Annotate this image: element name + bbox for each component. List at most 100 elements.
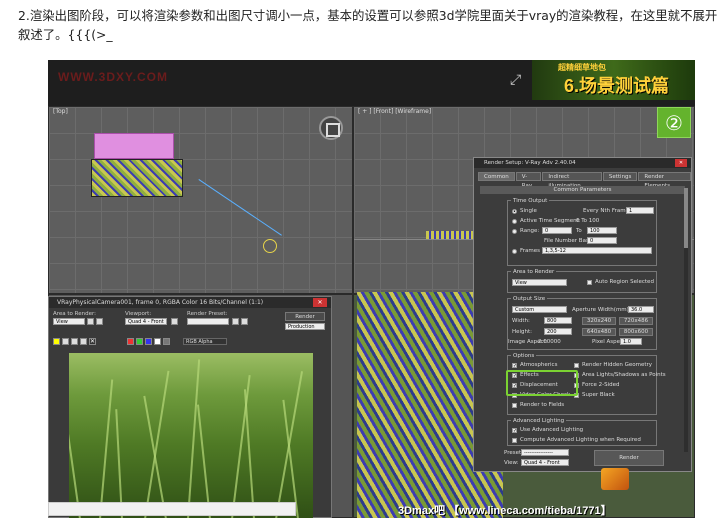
- clone-icon[interactable]: [71, 338, 78, 345]
- render-setup-title: Render Setup: V-Ray Adv 2.40.04: [474, 158, 691, 168]
- color-swatch-icon[interactable]: [53, 338, 60, 345]
- pink-plane-object: [94, 133, 174, 159]
- rendered-grass-image: [69, 353, 313, 518]
- preset-label: Render Preset:: [187, 311, 228, 317]
- production-select[interactable]: Production: [285, 323, 325, 330]
- use-advanced-lighting-checkbox[interactable]: ✓: [512, 428, 517, 434]
- close-icon[interactable]: ✕: [313, 298, 327, 307]
- preset-select[interactable]: [187, 318, 229, 325]
- alpha-channel-icon[interactable]: [154, 338, 161, 345]
- area-select[interactable]: View: [512, 279, 567, 286]
- save-preset-icon[interactable]: [232, 318, 239, 325]
- active-segment-label: Active Time Segment:: [520, 218, 581, 224]
- every-nth-field[interactable]: 1: [626, 207, 654, 214]
- tab-vray[interactable]: V-Ray: [515, 172, 542, 189]
- aperture-label: Aperture Width(mm):: [572, 307, 631, 313]
- frame-buffer-window[interactable]: VRayPhysicalCamera001, frame 0, RGBA Col…: [48, 296, 332, 518]
- use-advanced-lighting-label: Use Advanced Lighting: [520, 427, 584, 433]
- width-height-highlight: [506, 370, 578, 396]
- render-fields-label: Render to Fields: [520, 402, 565, 408]
- print-icon[interactable]: [80, 338, 87, 345]
- viewport-select[interactable]: Quad 4 - Front: [125, 318, 167, 325]
- range-to-field[interactable]: 100: [587, 227, 617, 234]
- tutorial-screenshot: [Top] [ + ] [Front] [Wireframe] WWW.3DXY…: [48, 60, 695, 518]
- channel-select[interactable]: RGB Alpha: [183, 338, 227, 345]
- preset-select[interactable]: ----------------: [521, 449, 569, 456]
- close-icon[interactable]: ✕: [675, 159, 687, 167]
- article-caption: 2.渲染出图阶段，可以将渲染参数和出图尺寸调小一点，基本的设置可以参照3d学院里…: [18, 8, 718, 42]
- range-from-field[interactable]: 0: [542, 227, 572, 234]
- compute-advanced-lighting-label: Compute Advanced Lighting when Required: [520, 437, 641, 443]
- frames-field[interactable]: 1,3,5-12: [542, 247, 652, 254]
- settings-icon[interactable]: [241, 318, 248, 325]
- viewcube-icon[interactable]: [319, 116, 343, 140]
- viewport-label-top: [Top]: [53, 108, 68, 115]
- atmospherics-label: Atmospherics: [520, 362, 558, 368]
- preset-320x240-button[interactable]: 320x240: [582, 317, 616, 325]
- render-setup-tabs: Common V-Ray Indirect illumination Setti…: [478, 172, 691, 189]
- output-preset-select[interactable]: Custom: [512, 306, 567, 313]
- tab-settings[interactable]: Settings: [602, 172, 638, 181]
- force-2sided-label: Force 2-Sided: [582, 382, 620, 388]
- viewport-label: Viewport:: [125, 311, 152, 317]
- render-button[interactable]: Render: [285, 312, 325, 321]
- range-radio[interactable]: [512, 229, 517, 234]
- frames-radio[interactable]: [512, 249, 517, 254]
- region-icon[interactable]: [87, 318, 94, 325]
- common-parameters-rollout[interactable]: Common Parameters: [480, 186, 685, 194]
- frame-buffer-title: VRayPhysicalCamera001, frame 0, RGBA Col…: [49, 297, 331, 308]
- header-title: 6.场景测试篇: [564, 76, 670, 96]
- single-label: Single: [520, 208, 537, 214]
- preset-640x480-button[interactable]: 640x480: [582, 328, 616, 336]
- active-segment-radio[interactable]: [512, 219, 517, 224]
- step-badge: ②: [657, 107, 691, 138]
- tab-common[interactable]: Common: [478, 172, 515, 181]
- image-aspect-value: 2.00000: [538, 339, 561, 345]
- grass-object: [91, 159, 183, 197]
- expand-icon[interactable]: ⤢: [510, 72, 521, 88]
- copy-icon[interactable]: [62, 338, 69, 345]
- range-label: Range:: [520, 228, 540, 234]
- frames-label: Frames: [520, 248, 541, 254]
- mono-channel-icon[interactable]: [163, 338, 170, 345]
- every-nth-label: Every Nth Frame:: [583, 208, 631, 214]
- blue-channel-icon[interactable]: [145, 338, 152, 345]
- red-channel-icon[interactable]: [127, 338, 134, 345]
- width-field[interactable]: 800: [544, 317, 572, 324]
- camera-icon: [263, 239, 277, 253]
- crop-icon[interactable]: [96, 318, 103, 325]
- viewport-label-front: [ + ] [Front] [Wireframe]: [358, 108, 432, 115]
- lock-icon[interactable]: [171, 318, 178, 325]
- single-radio[interactable]: •: [512, 209, 517, 215]
- view-select[interactable]: Quad 4 - Front: [521, 459, 569, 466]
- height-label: Height:: [512, 329, 533, 335]
- viewport-top[interactable]: [Top]: [48, 106, 353, 294]
- comment-input[interactable]: [48, 502, 296, 516]
- aperture-field[interactable]: 36.0: [628, 306, 654, 313]
- area-lights-label: Area Lights/Shadows as Points: [582, 372, 666, 378]
- super-black-label: Super Black: [582, 392, 615, 398]
- preset-800x600-button[interactable]: 800x600: [619, 328, 653, 336]
- hidden-geometry-checkbox[interactable]: [574, 363, 579, 368]
- file-number-field[interactable]: 0: [587, 237, 617, 244]
- render-setup-dialog[interactable]: Render Setup: V-Ray Adv 2.40.04 ✕ Common…: [473, 157, 692, 472]
- area-label: Area to Render:: [53, 311, 97, 317]
- site-logo-badge: [601, 468, 629, 490]
- render-button[interactable]: Render: [594, 450, 664, 466]
- auto-region-label: Auto Region Selected: [595, 279, 654, 285]
- preset-720x486-button[interactable]: 720x486: [619, 317, 653, 325]
- range-to-label: To: [576, 228, 582, 234]
- tab-indirect-illumination[interactable]: Indirect illumination: [542, 172, 602, 189]
- green-channel-icon[interactable]: [136, 338, 143, 345]
- pixel-aspect-field[interactable]: 1.0: [620, 338, 642, 345]
- height-field[interactable]: 200: [544, 328, 572, 335]
- atmospherics-checkbox[interactable]: ✓: [512, 363, 517, 369]
- clear-icon[interactable]: ✕: [89, 338, 96, 345]
- tab-render-elements[interactable]: Render Elements: [638, 172, 691, 189]
- header-bar: WWW.3DXY.COM ⤢ 超精细草地包 6.场景测试篇: [48, 60, 695, 106]
- auto-region-checkbox[interactable]: [587, 280, 592, 285]
- area-select[interactable]: View: [53, 318, 85, 325]
- render-fields-checkbox[interactable]: [512, 403, 517, 408]
- scrollbar[interactable]: [684, 188, 688, 452]
- compute-advanced-lighting-checkbox[interactable]: [512, 438, 517, 443]
